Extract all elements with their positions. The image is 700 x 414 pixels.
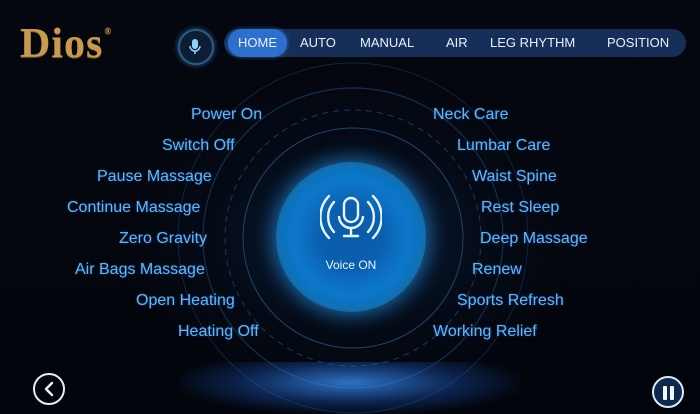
tab-position[interactable]: POSITION [607, 29, 669, 57]
pause-button[interactable] [652, 376, 684, 408]
command-rest-sleep[interactable]: Rest Sleep [481, 199, 559, 217]
tab-home[interactable]: HOME [228, 29, 287, 57]
command-switch-off[interactable]: Switch Off [162, 137, 235, 155]
microphone-icon [320, 194, 382, 240]
command-lumbar-care[interactable]: Lumbar Care [457, 137, 550, 155]
tab-auto[interactable]: AUTO [300, 29, 336, 57]
command-working-relief[interactable]: Working Relief [433, 323, 537, 341]
command-power-on[interactable]: Power On [191, 106, 262, 124]
tab-manual[interactable]: MANUAL [360, 29, 414, 57]
command-pause-massage[interactable]: Pause Massage [97, 168, 212, 186]
pause-icon [663, 386, 674, 400]
voice-toggle-button[interactable] [178, 29, 214, 65]
back-button[interactable] [33, 373, 65, 405]
chevron-left-icon [44, 381, 54, 397]
command-waist-spine[interactable]: Waist Spine [472, 168, 557, 186]
command-zero-gravity[interactable]: Zero Gravity [119, 230, 207, 248]
command-air-bags-massage[interactable]: Air Bags Massage [75, 261, 205, 279]
floor-glow [180, 362, 520, 414]
brand-logo: Dios® [20, 21, 113, 67]
tab-air[interactable]: AIR [446, 29, 468, 57]
voice-orb-button[interactable]: Voice ON [276, 162, 426, 312]
command-deep-massage[interactable]: Deep Massage [480, 230, 588, 248]
command-sports-refresh[interactable]: Sports Refresh [457, 292, 564, 310]
command-open-heating[interactable]: Open Heating [136, 292, 235, 310]
command-neck-care[interactable]: Neck Care [433, 106, 509, 124]
main-nav: HOME AUTO MANUAL AIR LEG RHYTHM POSITION [224, 29, 686, 57]
command-continue-massage[interactable]: Continue Massage [67, 199, 200, 217]
voice-control-screen: Dios® HOME AUTO MANUAL AIR LEG RHYTHM PO… [0, 0, 700, 414]
command-renew[interactable]: Renew [472, 261, 522, 279]
command-heating-off[interactable]: Heating Off [178, 323, 259, 341]
tab-leg-rhythm[interactable]: LEG RHYTHM [490, 29, 575, 57]
voice-status-label: Voice ON [325, 258, 377, 272]
microphone-icon [189, 39, 201, 54]
